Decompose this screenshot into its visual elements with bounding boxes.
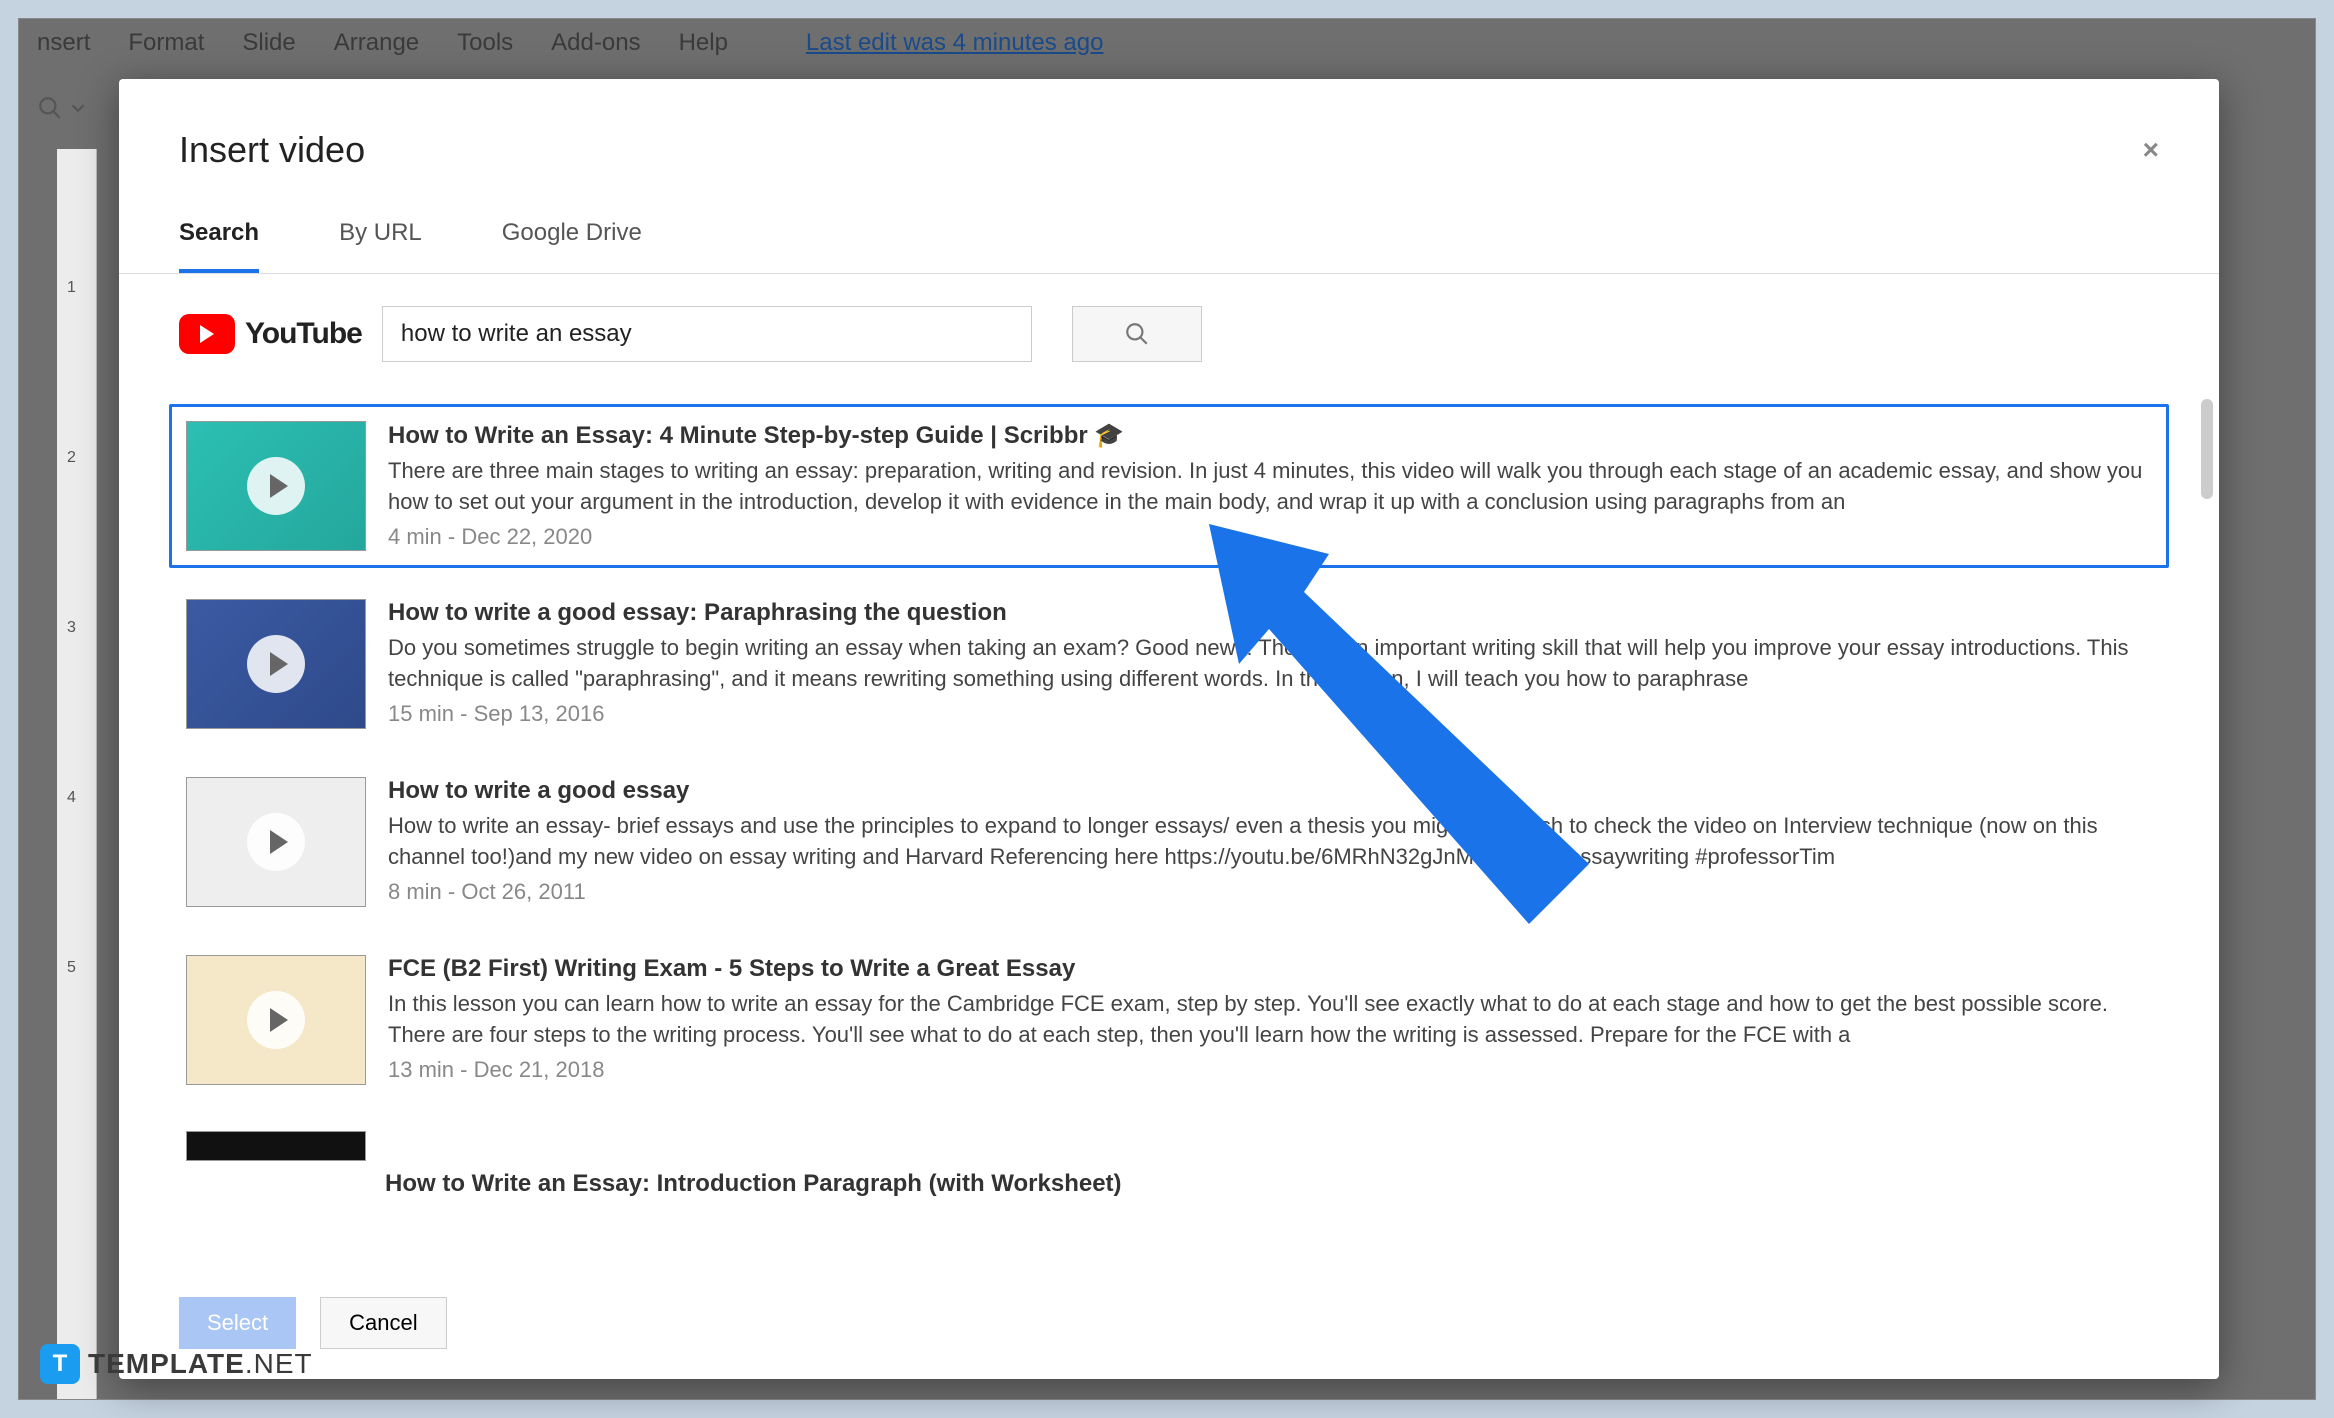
menu-addons[interactable]: Add-ons xyxy=(551,29,640,57)
watermark-badge: T xyxy=(40,1344,80,1384)
result-description: There are three main stages to writing a… xyxy=(388,456,2152,518)
close-icon[interactable]: × xyxy=(2143,134,2159,166)
dialog-tabs: Search By URL Google Drive xyxy=(119,191,2219,274)
scrollbar[interactable] xyxy=(2201,399,2213,499)
search-button[interactable] xyxy=(1072,306,1202,362)
watermark: T TEMPLATE.NET xyxy=(40,1344,313,1384)
app-background: nsert Format Slide Arrange Tools Add-ons… xyxy=(18,18,2316,1400)
ruler-tick: 2 xyxy=(67,449,76,467)
vertical-ruler: 1 2 3 4 5 xyxy=(57,149,97,1399)
search-icon xyxy=(1124,321,1150,347)
select-button[interactable]: Select xyxy=(179,1297,296,1349)
ruler-tick: 3 xyxy=(67,619,76,637)
chevron-down-icon xyxy=(71,101,85,115)
result-description: Do you sometimes struggle to begin writi… xyxy=(388,633,2152,695)
result-description: In this lesson you can learn how to writ… xyxy=(388,989,2152,1051)
search-input[interactable] xyxy=(382,306,1032,362)
cancel-button[interactable]: Cancel xyxy=(320,1297,446,1349)
result-title: How to write a good essay xyxy=(388,777,2152,805)
last-edit-link[interactable]: Last edit was 4 minutes ago xyxy=(806,29,1104,57)
menu-insert[interactable]: nsert xyxy=(37,29,90,57)
ruler-tick: 1 xyxy=(67,279,76,297)
menu-arrange[interactable]: Arrange xyxy=(334,29,419,57)
youtube-logo: YouTube xyxy=(179,314,362,354)
ruler-tick: 5 xyxy=(67,959,76,977)
video-thumbnail xyxy=(186,599,366,729)
video-thumbnail xyxy=(186,955,366,1085)
dialog-header: Insert video × xyxy=(119,79,2219,191)
play-overlay-icon xyxy=(247,457,305,515)
toolbar xyxy=(37,95,85,121)
search-area: YouTube xyxy=(119,274,2219,376)
ruler-tick: 4 xyxy=(67,789,76,807)
tab-by-url[interactable]: By URL xyxy=(339,219,422,273)
menu-slide[interactable]: Slide xyxy=(242,29,295,57)
result-meta: 15 min - Sep 13, 2016 xyxy=(388,701,2152,727)
result-meta: 8 min - Oct 26, 2011 xyxy=(388,879,2152,905)
youtube-label: YouTube xyxy=(245,317,362,351)
zoom-dropdown[interactable] xyxy=(37,95,85,121)
tab-google-drive[interactable]: Google Drive xyxy=(502,219,642,273)
menu-format[interactable]: Format xyxy=(128,29,204,57)
tab-search[interactable]: Search xyxy=(179,219,259,273)
dialog-footer: Select Cancel xyxy=(119,1277,2219,1379)
result-description: How to write an essay- brief essays and … xyxy=(388,811,2152,873)
result-item[interactable]: FCE (B2 First) Writing Exam - 5 Steps to… xyxy=(169,938,2169,1102)
result-meta: 4 min - Dec 22, 2020 xyxy=(388,524,2152,550)
result-title: FCE (B2 First) Writing Exam - 5 Steps to… xyxy=(388,955,2152,983)
youtube-play-icon xyxy=(179,314,235,354)
menu-tools[interactable]: Tools xyxy=(457,29,513,57)
dialog-title: Insert video xyxy=(179,129,365,171)
video-thumbnail xyxy=(186,421,366,551)
result-title: How to Write an Essay: 4 Minute Step-by-… xyxy=(388,421,2152,450)
play-overlay-icon xyxy=(247,813,305,871)
video-thumbnail xyxy=(186,1131,366,1161)
video-thumbnail xyxy=(186,777,366,907)
menu-help[interactable]: Help xyxy=(679,29,728,57)
result-title: How to write a good essay: Paraphrasing … xyxy=(388,599,2152,627)
result-meta: 13 min - Dec 21, 2018 xyxy=(388,1057,2152,1083)
menu-bar: nsert Format Slide Arrange Tools Add-ons… xyxy=(19,19,2315,67)
search-results: How to Write an Essay: 4 Minute Step-by-… xyxy=(119,376,2219,1277)
insert-video-dialog: Insert video × Search By URL Google Driv… xyxy=(119,79,2219,1379)
result-title: How to Write an Essay: Introduction Para… xyxy=(169,1170,2169,1198)
play-overlay-icon xyxy=(247,635,305,693)
play-overlay-icon xyxy=(247,991,305,1049)
result-item[interactable]: How to write a good essay How to write a… xyxy=(169,760,2169,924)
result-item[interactable]: How to Write an Essay: 4 Minute Step-by-… xyxy=(169,404,2169,568)
result-item[interactable] xyxy=(169,1116,2169,1178)
result-item[interactable]: How to write a good essay: Paraphrasing … xyxy=(169,582,2169,746)
zoom-icon xyxy=(37,95,63,121)
watermark-text: TEMPLATE.NET xyxy=(88,1348,313,1380)
